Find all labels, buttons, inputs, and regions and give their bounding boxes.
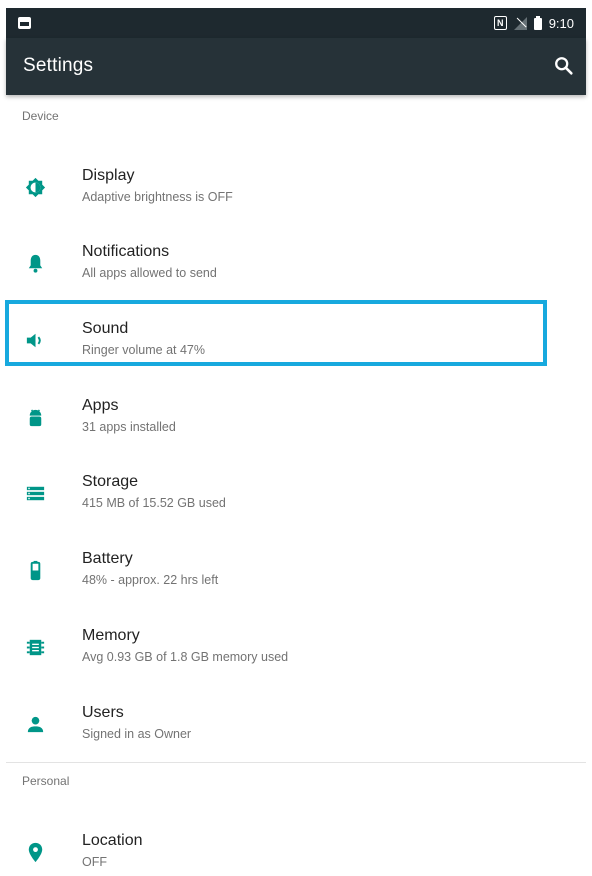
storage-icon [23, 481, 48, 506]
settings-screen: N 9:10 Settings Device Display Adaptive … [0, 0, 592, 876]
settings-item-users[interactable]: Users Signed in as Owner [6, 690, 586, 760]
settings-item-title: Storage [82, 473, 139, 490]
bell-icon [23, 251, 48, 276]
volume-icon [23, 328, 48, 353]
brightness-icon [23, 175, 48, 200]
settings-item-title: Notifications [82, 243, 170, 260]
settings-item-subtitle: All apps allowed to send [82, 266, 217, 280]
settings-item-subtitle: Adaptive brightness is OFF [82, 190, 233, 204]
status-icons: N 9:10 [493, 15, 574, 31]
settings-item-apps[interactable]: Apps 31 apps installed [6, 383, 586, 453]
battery-status-icon [533, 16, 542, 30]
battery-icon [23, 558, 48, 583]
settings-item-notifications[interactable]: Notifications All apps allowed to send [6, 229, 586, 299]
settings-item-subtitle: 48% - approx. 22 hrs left [82, 573, 219, 587]
settings-item-title: Location [82, 832, 143, 849]
settings-item-subtitle: 415 MB of 15.52 GB used [82, 496, 226, 510]
settings-item-subtitle: Signed in as Owner [82, 727, 192, 741]
nfc-icon: N [493, 16, 507, 30]
location-icon [23, 840, 48, 865]
settings-item-title: Sound [82, 320, 129, 337]
no-signal-icon [513, 16, 527, 30]
settings-item-subtitle: OFF [82, 855, 107, 869]
settings-item-title: Users [82, 704, 124, 721]
status-bar: N 9:10 [6, 8, 586, 38]
settings-item-title: Display [82, 167, 135, 184]
settings-item-storage[interactable]: Storage 415 MB of 15.52 GB used [6, 459, 586, 529]
section-divider [6, 762, 586, 763]
settings-item-subtitle: Avg 0.93 GB of 1.8 GB memory used [82, 650, 289, 664]
settings-item-memory[interactable]: Memory Avg 0.93 GB of 1.8 GB memory used [6, 613, 586, 683]
settings-item-battery[interactable]: Battery 48% - approx. 22 hrs left [6, 536, 586, 606]
settings-item-location[interactable]: Location OFF [6, 818, 586, 876]
status-time: 9:10 [548, 15, 574, 31]
settings-item-sound[interactable]: Sound Ringer volume at 47% [6, 306, 586, 376]
android-icon [23, 405, 48, 430]
settings-item-subtitle: 31 apps installed [82, 420, 176, 434]
app-bar: Settings [6, 38, 586, 95]
settings-item-title: Memory [82, 627, 140, 644]
search-icon [555, 57, 573, 75]
section-header-personal: Personal [22, 774, 70, 788]
memory-icon [23, 635, 48, 660]
page-title: Settings [23, 55, 94, 76]
section-header-device: Device [22, 109, 59, 123]
notification-image-icon [18, 17, 31, 29]
settings-item-subtitle: Ringer volume at 47% [82, 343, 205, 357]
settings-item-title: Apps [82, 397, 119, 414]
settings-item-title: Battery [82, 550, 133, 567]
user-icon [23, 712, 48, 737]
settings-item-display[interactable]: Display Adaptive brightness is OFF [6, 153, 586, 223]
search-button[interactable] [548, 50, 580, 82]
